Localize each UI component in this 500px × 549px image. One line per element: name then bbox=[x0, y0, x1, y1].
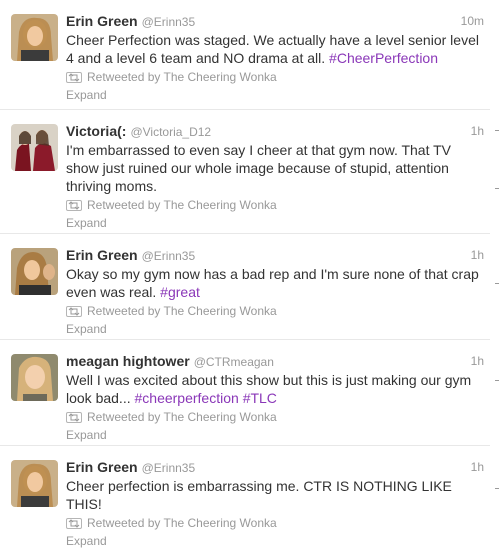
retweeted-by-label[interactable]: Retweeted by The Cheering Wonka bbox=[87, 197, 277, 213]
retweeted-by-label[interactable]: Retweeted by The Cheering Wonka bbox=[87, 515, 277, 531]
retweet-icon bbox=[66, 517, 82, 529]
avatar[interactable] bbox=[11, 248, 58, 295]
hashtag-link[interactable]: #cheerperfection bbox=[135, 390, 239, 406]
tweet-text: Well I was excited about this show but t… bbox=[66, 371, 484, 407]
tweet-text: Cheer Perfection was staged. We actually… bbox=[66, 31, 484, 67]
hashtag-link[interactable]: #great bbox=[160, 284, 200, 300]
edge-mark bbox=[495, 188, 499, 189]
retweeted-by-label[interactable]: Retweeted by The Cheering Wonka bbox=[87, 409, 277, 425]
tweet-item[interactable]: Victoria(: @Victoria_D12 1h I'm embarrass… bbox=[0, 110, 490, 234]
retweet-context: Retweeted by The Cheering Wonka bbox=[66, 303, 484, 319]
expand-link[interactable]: Expand bbox=[66, 87, 484, 103]
expand-link[interactable]: Expand bbox=[66, 321, 484, 337]
tweet-text-body: Cheer perfection is embarrassing me. CTR… bbox=[66, 478, 452, 512]
tweet-timestamp[interactable]: 1h bbox=[471, 246, 484, 264]
tweet-item[interactable]: Erin Green @Erinn35 10m Cheer Perfection … bbox=[0, 0, 490, 110]
author-handle[interactable]: @Erinn35 bbox=[142, 15, 196, 29]
retweeted-by-label[interactable]: Retweeted by The Cheering Wonka bbox=[87, 69, 277, 85]
author-handle[interactable]: @Erinn35 bbox=[142, 249, 196, 263]
tweet-timestamp[interactable]: 1h bbox=[471, 122, 484, 140]
edge-mark bbox=[495, 380, 499, 381]
retweet-icon bbox=[66, 71, 82, 83]
author-handle[interactable]: @Victoria_D12 bbox=[130, 125, 211, 139]
avatar[interactable] bbox=[11, 460, 58, 507]
tweet-text: I'm embarrassed to even say I cheer at t… bbox=[66, 141, 484, 195]
retweet-context: Retweeted by The Cheering Wonka bbox=[66, 69, 484, 85]
author-name[interactable]: Erin Green bbox=[66, 13, 138, 29]
avatar[interactable] bbox=[11, 354, 58, 401]
expand-link[interactable]: Expand bbox=[66, 533, 484, 549]
tweet-timestamp[interactable]: 1h bbox=[471, 352, 484, 370]
author-handle[interactable]: @Erinn35 bbox=[142, 461, 196, 475]
edge-mark bbox=[495, 488, 499, 489]
expand-link[interactable]: Expand bbox=[66, 427, 484, 443]
edge-mark bbox=[495, 283, 499, 284]
edge-mark bbox=[495, 130, 499, 131]
avatar[interactable] bbox=[11, 14, 58, 61]
hashtag-link[interactable]: #CheerPerfection bbox=[329, 50, 438, 66]
tweet-timestamp[interactable]: 10m bbox=[461, 12, 484, 30]
retweet-icon bbox=[66, 411, 82, 423]
avatar[interactable] bbox=[11, 124, 58, 171]
tweet-text-body: I'm embarrassed to even say I cheer at t… bbox=[66, 142, 452, 194]
tweet-timestamp[interactable]: 1h bbox=[471, 458, 484, 476]
tweet-item[interactable]: Erin Green @Erinn35 1h Cheer perfection i… bbox=[0, 446, 490, 548]
author-name[interactable]: Victoria(: bbox=[66, 123, 126, 139]
retweet-context: Retweeted by The Cheering Wonka bbox=[66, 409, 484, 425]
tweet-timeline: Erin Green @Erinn35 10m Cheer Perfection … bbox=[0, 0, 500, 548]
retweeted-by-label[interactable]: Retweeted by The Cheering Wonka bbox=[87, 303, 277, 319]
tweet-text: Cheer perfection is embarrassing me. CTR… bbox=[66, 477, 484, 513]
tweet-item[interactable]: meagan hightower @CTRmeagan 1h Well I was… bbox=[0, 340, 490, 446]
author-handle[interactable]: @CTRmeagan bbox=[194, 355, 274, 369]
author-name[interactable]: Erin Green bbox=[66, 247, 138, 263]
retweet-icon bbox=[66, 305, 82, 317]
hashtag-link[interactable]: #TLC bbox=[243, 390, 277, 406]
retweet-icon bbox=[66, 199, 82, 211]
retweet-context: Retweeted by The Cheering Wonka bbox=[66, 197, 484, 213]
retweet-context: Retweeted by The Cheering Wonka bbox=[66, 515, 484, 531]
author-name[interactable]: Erin Green bbox=[66, 459, 138, 475]
tweet-item[interactable]: Erin Green @Erinn35 1h Okay so my gym now… bbox=[0, 234, 490, 340]
author-name[interactable]: meagan hightower bbox=[66, 353, 190, 369]
tweet-text-body: Okay so my gym now has a bad rep and I'm… bbox=[66, 266, 479, 300]
expand-link[interactable]: Expand bbox=[66, 215, 484, 231]
tweet-text: Okay so my gym now has a bad rep and I'm… bbox=[66, 265, 484, 301]
